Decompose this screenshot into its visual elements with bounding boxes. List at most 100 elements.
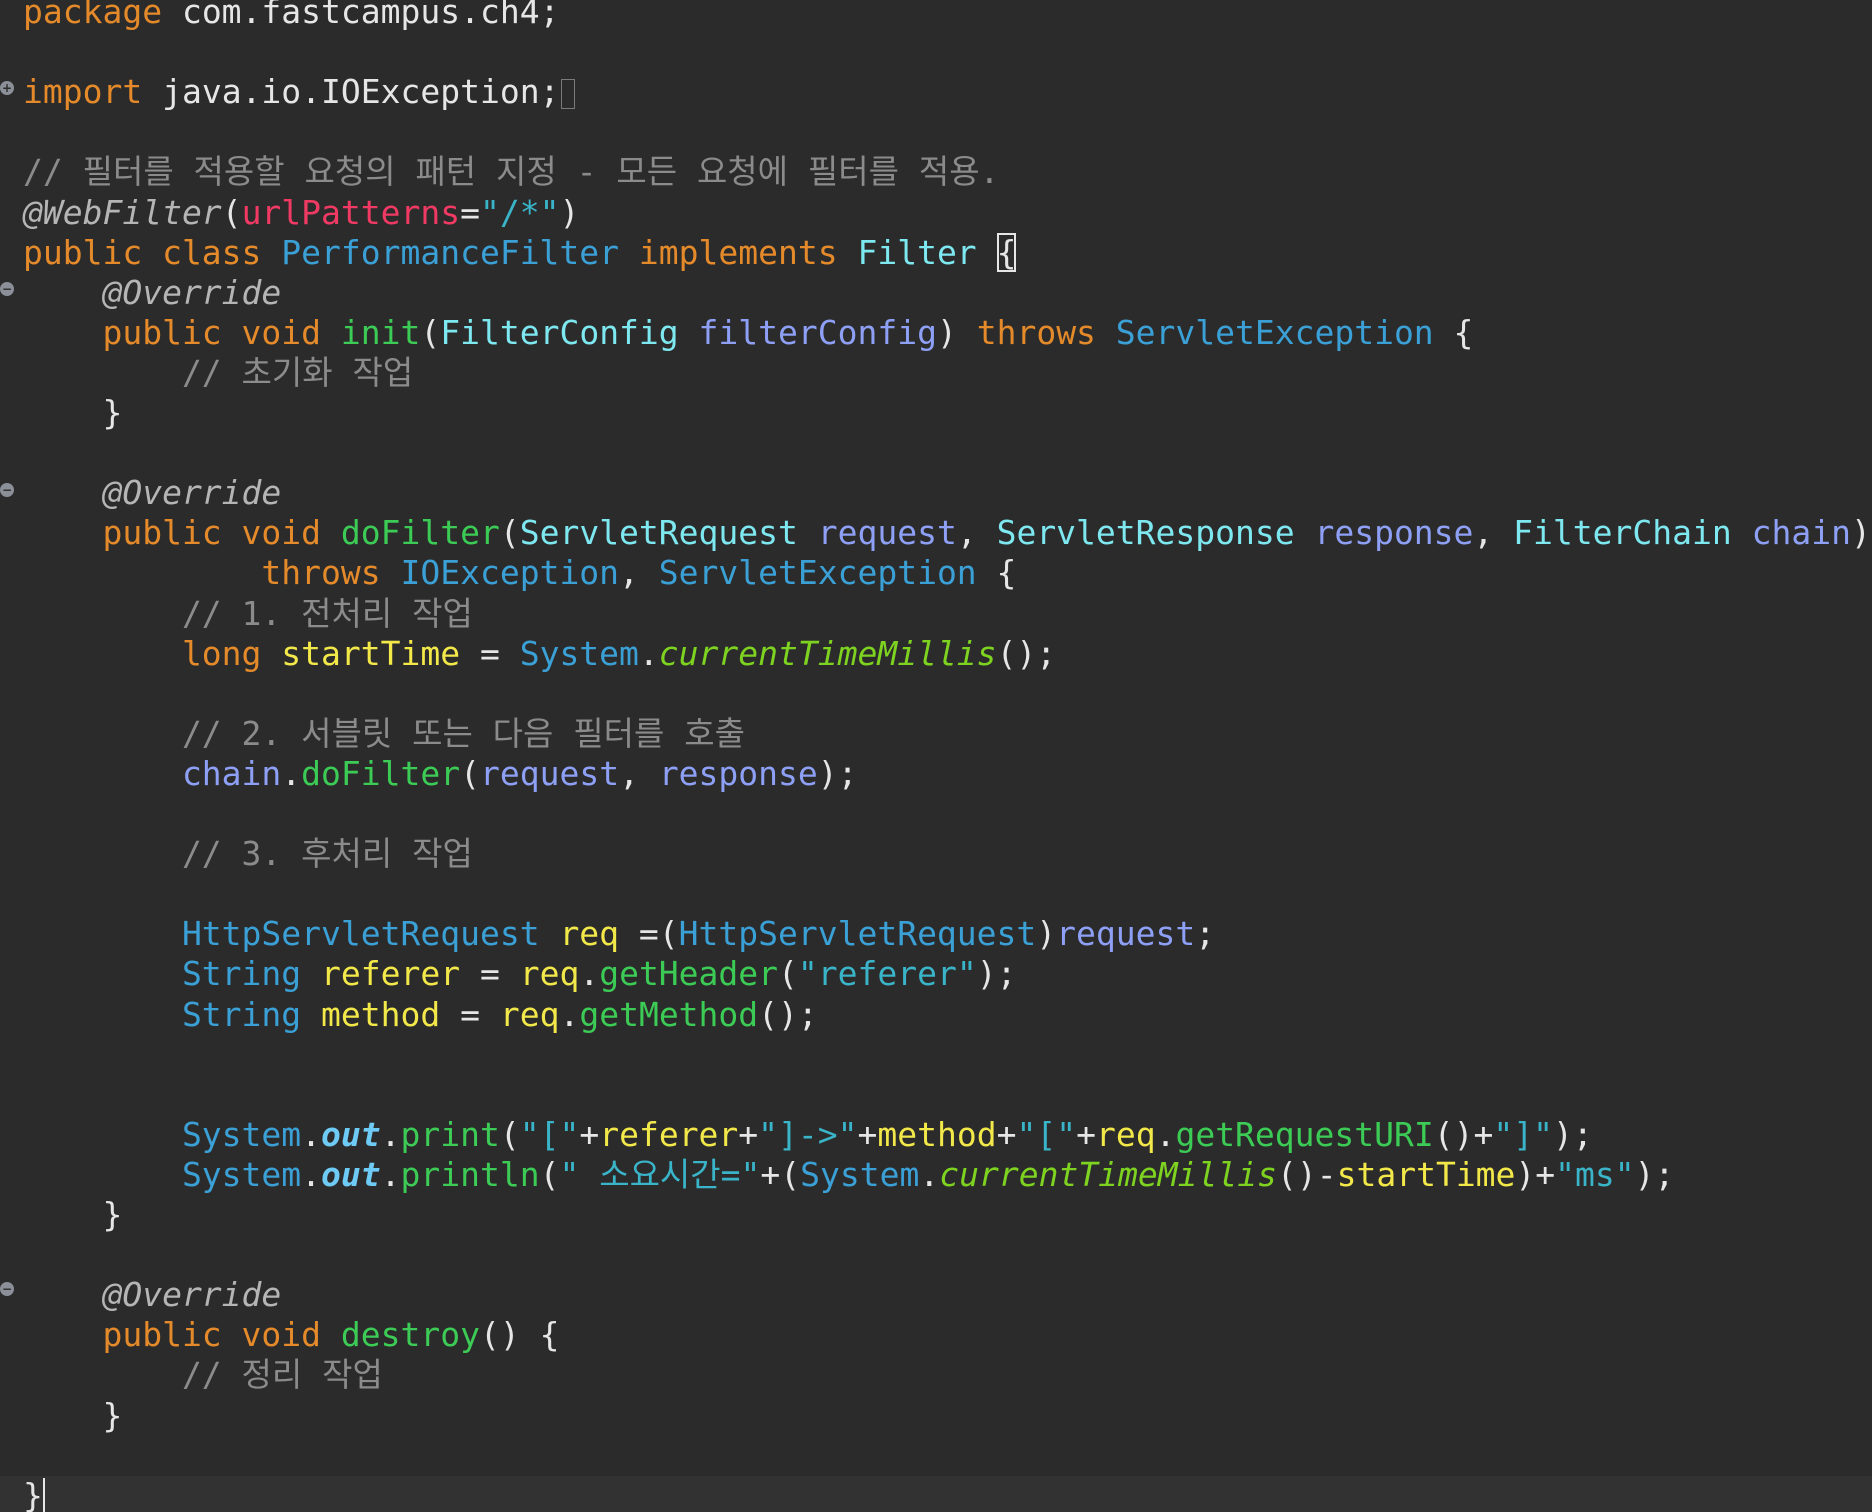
code-token: // 필터를 적용할 요청의 패턴 지정 - 모든 요청에 필터를 적용. (23, 152, 1000, 192)
code-token: // 초기화 작업 (23, 352, 414, 392)
code-token: ( (499, 513, 520, 553)
code-line[interactable]: } (23, 393, 122, 433)
code-token: + (1076, 1114, 1096, 1154)
code-token: ServletException (658, 553, 977, 593)
code-token: String (23, 954, 302, 994)
code-token: FilterConfig (440, 312, 679, 352)
code-token: = (460, 954, 520, 994)
code-line[interactable]: long startTime = System.currentTimeMilli… (23, 634, 1056, 674)
code-token: System (23, 1154, 302, 1194)
code-token: . (579, 954, 600, 994)
code-line[interactable]: // 초기화 작업 (23, 353, 413, 393)
fold-collapse-icon[interactable]: − (0, 1282, 14, 1296)
code-line[interactable]: } (23, 1195, 122, 1235)
code-line[interactable]: // 2. 서블릿 또는 다음 필터를 호출 (23, 714, 745, 754)
code-token: HttpServletRequest (23, 914, 540, 954)
code-token: ; (1195, 914, 1216, 954)
code-token: referer (321, 954, 461, 994)
fold-expand-icon[interactable]: + (0, 81, 14, 95)
code-token: @WebFilter (23, 192, 222, 232)
code-token: . (919, 1154, 940, 1194)
code-token: response (1314, 513, 1474, 553)
editor-gutter: + − − − (0, 0, 20, 1512)
code-token: } (23, 1195, 123, 1234)
code-line[interactable]: @Override (23, 273, 281, 313)
code-line[interactable]: public void doFilter(ServletRequest requ… (23, 513, 1870, 553)
code-line[interactable]: System.out.println(" 소요시간="+(System.curr… (23, 1155, 1674, 1195)
code-token: out (321, 1114, 381, 1154)
code-token: System (800, 1154, 920, 1194)
code-token: . (559, 994, 580, 1034)
code-token: public void (23, 1315, 341, 1355)
code-token: = (460, 192, 480, 232)
code-token: request (817, 513, 957, 553)
code-token: )+ (1515, 1154, 1556, 1194)
code-token: ) (1036, 914, 1057, 954)
fold-collapse-icon[interactable]: − (0, 483, 14, 497)
code-token: doFilter (340, 513, 500, 553)
folded-imports-marker[interactable] (561, 78, 576, 109)
code-token: java.io.IOException; (142, 72, 560, 112)
code-token: init (340, 312, 421, 352)
code-token: . (281, 753, 302, 793)
code-token: . (301, 1154, 322, 1194)
code-token: =( (619, 914, 679, 954)
code-token: ( (499, 1114, 520, 1154)
code-line[interactable]: import java.io.IOException; (23, 72, 576, 112)
code-token: "[" (519, 1114, 580, 1154)
code-token: System (23, 1114, 302, 1154)
code-line[interactable]: chain.doFilter(request, response); (23, 754, 858, 794)
code-token: package (23, 0, 163, 31)
code-line[interactable]: public void destroy() { (23, 1315, 559, 1355)
code-token: req (559, 914, 620, 954)
code-line[interactable]: HttpServletRequest req =(HttpServletRequ… (23, 914, 1215, 954)
code-token: startTime (281, 633, 461, 673)
fold-collapse-icon[interactable]: − (0, 282, 14, 296)
code-token: @Override (23, 473, 282, 513)
code-line[interactable]: // 1. 전처리 작업 (23, 594, 473, 634)
code-line[interactable]: // 필터를 적용할 요청의 패턴 지정 - 모든 요청에 필터를 적용. (23, 152, 999, 192)
code-token: ( (539, 1154, 560, 1194)
code-token: . (638, 633, 659, 673)
code-token: doFilter (301, 753, 461, 793)
code-line[interactable]: // 정리 작업 (23, 1355, 383, 1395)
code-token: + (579, 1114, 600, 1154)
code-line[interactable]: @WebFilter(urlPatterns="/*") (23, 193, 579, 233)
code-line[interactable]: public void init(FilterConfig filterConf… (23, 313, 1473, 353)
code-token: implements (619, 232, 858, 272)
code-line[interactable]: // 3. 후처리 작업 (23, 834, 473, 874)
code-token: println (400, 1154, 540, 1194)
code-token: FilterChain (1513, 513, 1732, 553)
code-token: "ms" (1555, 1154, 1635, 1194)
code-token: com.fastcampus.ch4; (162, 0, 560, 31)
code-token: ServletResponse (996, 513, 1295, 553)
code-line[interactable]: } (23, 1396, 122, 1436)
code-line[interactable]: System.out.print("["+referer+"]->"+metho… (23, 1115, 1593, 1155)
code-token: import (23, 72, 143, 112)
code-line[interactable]: package com.fastcampus.ch4; (23, 0, 559, 32)
code-token: . (380, 1114, 401, 1154)
code-line[interactable]: } (0, 1475, 1872, 1512)
code-token: ServletRequest (519, 513, 798, 553)
code-token: , (619, 753, 659, 793)
code-token: public class (23, 232, 282, 272)
code-line[interactable]: String referer = req.getHeader("referer"… (23, 954, 1017, 994)
code-token: "]->" (758, 1114, 858, 1154)
code-token: method (321, 994, 441, 1034)
code-line[interactable]: throws IOException, ServletException { (23, 553, 1016, 593)
code-token: long (23, 633, 282, 673)
code-token: (); (996, 633, 1057, 673)
code-line[interactable]: String method = req.getMethod(); (23, 995, 818, 1035)
code-token: @Override (23, 272, 282, 312)
code-token: ); (1634, 1154, 1675, 1194)
code-line[interactable]: @Override (23, 473, 281, 513)
code-token: ()- (1277, 1154, 1337, 1194)
code-line[interactable]: public class PerformanceFilter implement… (23, 232, 1017, 273)
code-token: IOException (400, 553, 620, 593)
code-editor[interactable]: + − − − package com.fastcampus.ch4; impor… (0, 0, 1872, 1512)
code-token: { (1433, 312, 1474, 352)
code-line[interactable]: @Override (23, 1275, 281, 1315)
code-token: Filter (857, 232, 977, 272)
